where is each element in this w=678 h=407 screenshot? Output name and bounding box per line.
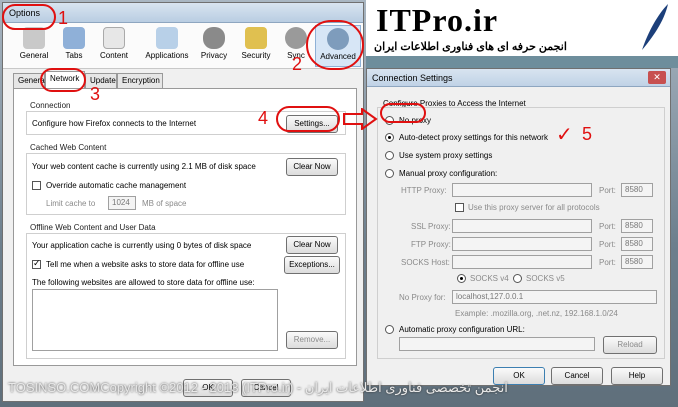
annotation-number-4: 4 bbox=[258, 108, 269, 128]
switch-icon bbox=[23, 27, 45, 49]
http-port-field[interactable]: 8580 bbox=[621, 183, 653, 197]
auto-detect-radio[interactable] bbox=[385, 133, 394, 142]
annotation-number-5: 5 bbox=[582, 124, 593, 144]
browser-toolbar-strip bbox=[366, 56, 678, 68]
socks-v4-radio[interactable] bbox=[457, 274, 466, 283]
annotation-checkmark-icon: ✓ bbox=[556, 124, 573, 146]
override-cache-checkbox[interactable] bbox=[32, 181, 41, 190]
tabs-icon bbox=[63, 27, 85, 49]
connection-settings-title: Connection Settings bbox=[372, 73, 453, 83]
same-proxy-checkbox[interactable] bbox=[455, 203, 464, 212]
toolbar-tabs[interactable]: Tabs bbox=[53, 25, 95, 67]
connection-heading: Connection bbox=[30, 101, 71, 110]
manual-proxy-radio[interactable] bbox=[385, 169, 394, 178]
system-proxy-radio[interactable] bbox=[385, 151, 394, 160]
annotation-number-1: 1 bbox=[58, 8, 69, 28]
annotation-circle-advanced bbox=[306, 20, 364, 70]
socks-port-field[interactable]: 8580 bbox=[621, 255, 653, 269]
auto-detect-label: Auto-detect proxy settings for this netw… bbox=[399, 133, 548, 142]
auto-config-radio[interactable] bbox=[385, 325, 394, 334]
content-icon bbox=[103, 27, 125, 49]
annotation-number-2: 2 bbox=[292, 54, 303, 74]
site-logo: ITPro.ir bbox=[376, 2, 499, 38]
limit-cache-label: Limit cache to bbox=[46, 199, 96, 208]
annotation-number-3: 3 bbox=[90, 84, 101, 104]
toolbar-general[interactable]: General bbox=[13, 25, 55, 67]
cache-desc: Your web content cache is currently usin… bbox=[32, 162, 256, 171]
tab-encryption[interactable]: Encryption bbox=[117, 73, 163, 88]
applications-icon bbox=[156, 27, 178, 49]
no-proxy-for-field[interactable]: localhost,127.0.0.1 bbox=[452, 290, 657, 304]
copyright-watermark: TOSINSO.COMCopyright ©2012 - 2013 (ITPro… bbox=[8, 380, 508, 395]
feather-logo-icon bbox=[642, 4, 668, 50]
ftp-port-label: Port: bbox=[599, 240, 616, 249]
auto-config-label: Automatic proxy configuration URL: bbox=[399, 325, 525, 334]
socks-v4-label: SOCKS v4 bbox=[470, 274, 509, 283]
connection-desc: Configure how Firefox connects to the In… bbox=[32, 119, 197, 128]
close-icon[interactable]: ✕ bbox=[648, 71, 666, 84]
socks-port-label: Port: bbox=[599, 258, 616, 267]
toolbar-content[interactable]: Content bbox=[93, 25, 135, 67]
no-proxy-example: Example: .mozilla.org, .net.nz, 192.168.… bbox=[455, 309, 618, 318]
connection-help-button[interactable]: Help bbox=[611, 367, 663, 385]
socks-v5-label: SOCKS v5 bbox=[526, 274, 565, 283]
offline-desc: Your application cache is currently usin… bbox=[32, 241, 252, 250]
ftp-proxy-label: FTP Proxy: bbox=[411, 240, 451, 249]
cache-unit-label: MB of space bbox=[142, 199, 187, 208]
override-cache-label: Override automatic cache management bbox=[46, 181, 187, 190]
clear-cache-button[interactable]: Clear Now bbox=[286, 158, 338, 176]
privacy-mask-icon bbox=[203, 27, 225, 49]
ssl-port-field[interactable]: 8580 bbox=[621, 219, 653, 233]
socks-v5-radio[interactable] bbox=[513, 274, 522, 283]
tell-me-label: Tell me when a website asks to store dat… bbox=[46, 260, 245, 269]
toolbar-privacy[interactable]: Privacy bbox=[193, 25, 235, 67]
ftp-port-field[interactable]: 8580 bbox=[621, 237, 653, 251]
http-port-label: Port: bbox=[599, 186, 616, 195]
system-proxy-label: Use system proxy settings bbox=[399, 151, 493, 160]
cache-size-field[interactable]: 1024 bbox=[108, 196, 136, 210]
proxy-group bbox=[377, 107, 665, 359]
ssl-port-label: Port: bbox=[599, 222, 616, 231]
socks-host-field[interactable] bbox=[452, 255, 592, 269]
toolbar-security[interactable]: Security bbox=[235, 25, 277, 67]
options-window: Options General Tabs Content Application… bbox=[2, 2, 364, 402]
toolbar-applications[interactable]: Applications bbox=[141, 25, 193, 67]
lock-icon bbox=[245, 27, 267, 49]
site-subtitle: انجمن حرفه ای های فناوری اطلاعات ایران bbox=[374, 41, 567, 53]
annotation-circle-options bbox=[2, 4, 56, 30]
http-proxy-field[interactable] bbox=[452, 183, 592, 197]
same-proxy-label: Use this proxy server for all protocols bbox=[468, 203, 600, 212]
auto-config-url-field[interactable] bbox=[399, 337, 595, 351]
ftp-proxy-field[interactable] bbox=[452, 237, 592, 251]
socks-host-label: SOCKS Host: bbox=[401, 258, 450, 267]
offline-sites-list[interactable] bbox=[32, 289, 278, 351]
clear-offline-button[interactable]: Clear Now bbox=[286, 236, 338, 254]
allowed-sites-label: The following websites are allowed to st… bbox=[32, 278, 255, 287]
tell-me-checkbox[interactable] bbox=[32, 258, 41, 269]
connection-settings-titlebar: Connection Settings ✕ bbox=[367, 69, 670, 87]
annotation-circle-network bbox=[40, 68, 86, 92]
ssl-proxy-label: SSL Proxy: bbox=[411, 222, 451, 231]
offline-heading: Offline Web Content and User Data bbox=[30, 223, 156, 232]
annotation-circle-no-proxy bbox=[380, 103, 426, 123]
connection-cancel-button[interactable]: Cancel bbox=[551, 367, 603, 385]
no-proxy-for-label: No Proxy for: bbox=[399, 293, 446, 302]
site-header: ITPro.ir انجمن حرفه ای های فناوری اطلاعا… bbox=[366, 0, 678, 68]
cache-heading: Cached Web Content bbox=[30, 143, 107, 152]
http-proxy-label: HTTP Proxy: bbox=[401, 186, 447, 195]
reload-button[interactable]: Reload bbox=[603, 336, 657, 354]
sync-icon bbox=[285, 27, 307, 49]
remove-button[interactable]: Remove... bbox=[286, 331, 338, 349]
annotation-circle-settings bbox=[276, 106, 340, 132]
exceptions-button[interactable]: Exceptions... bbox=[284, 256, 340, 274]
manual-proxy-label: Manual proxy configuration: bbox=[399, 169, 498, 178]
ssl-proxy-field[interactable] bbox=[452, 219, 592, 233]
annotation-arrow-icon bbox=[343, 108, 378, 130]
options-titlebar: Options bbox=[3, 3, 363, 23]
